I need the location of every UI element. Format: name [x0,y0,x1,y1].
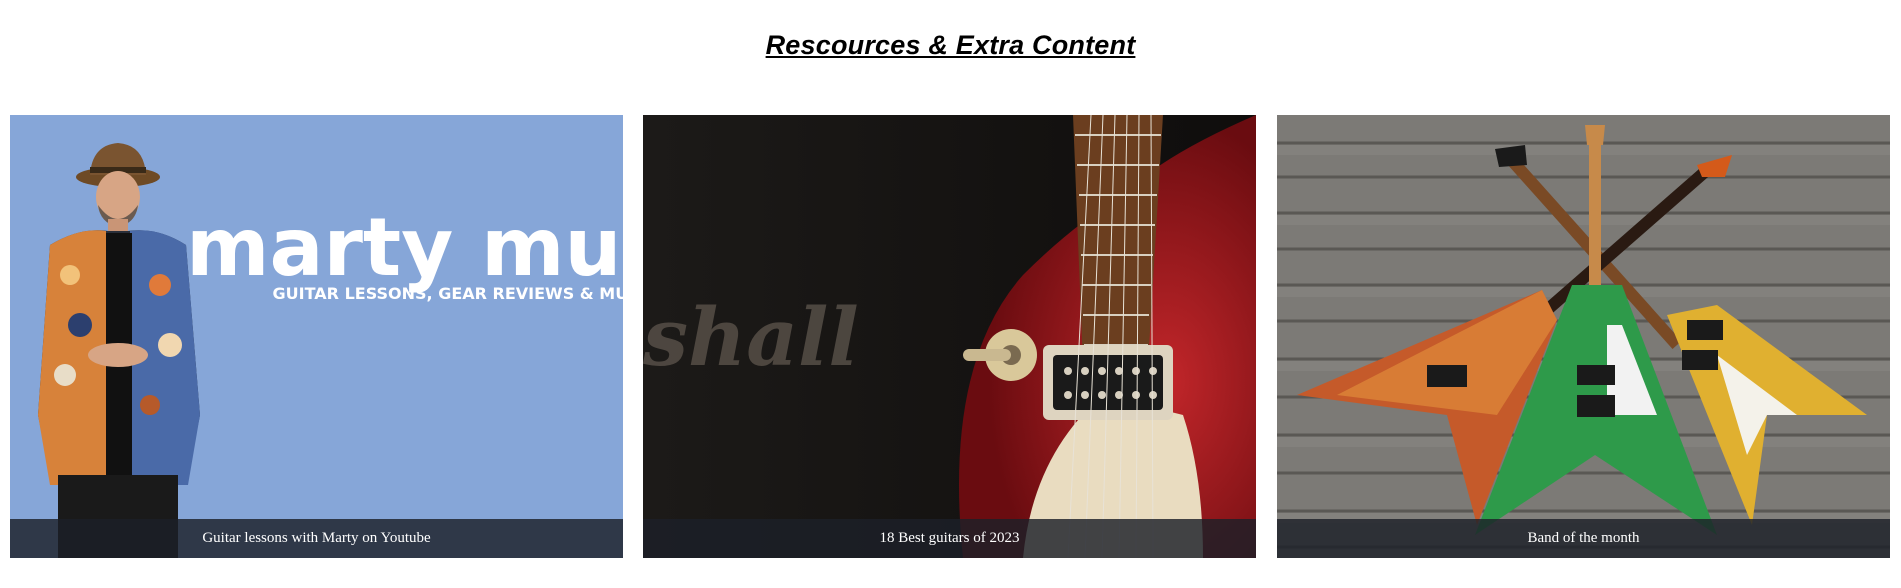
card-band-of-the-month[interactable]: Band of the month [1277,115,1890,558]
banner-tagline: GUITAR LESSONS, GEAR REVIEWS & MUSIC [273,284,623,303]
card-caption[interactable]: Guitar lessons with Marty on Youtube [10,519,623,558]
guitar-closeup-image: shall [643,115,1256,558]
card-caption[interactable]: 18 Best guitars of 2023 [643,519,1256,558]
card-caption[interactable]: Band of the month [1277,519,1890,558]
section-title: Rescources & Extra Content [765,30,1136,60]
banner-name: marty music [186,201,623,294]
flying-v-guitars-image [1277,115,1890,558]
amp-logo-text: shall [643,290,859,384]
marty-music-banner-image: marty music GUITAR LESSONS, GEAR REVIEWS… [10,115,623,558]
card-marty-music[interactable]: marty music GUITAR LESSONS, GEAR REVIEWS… [10,115,623,558]
card-best-guitars[interactable]: shall 18 Best guitars of 2023 [643,115,1256,558]
